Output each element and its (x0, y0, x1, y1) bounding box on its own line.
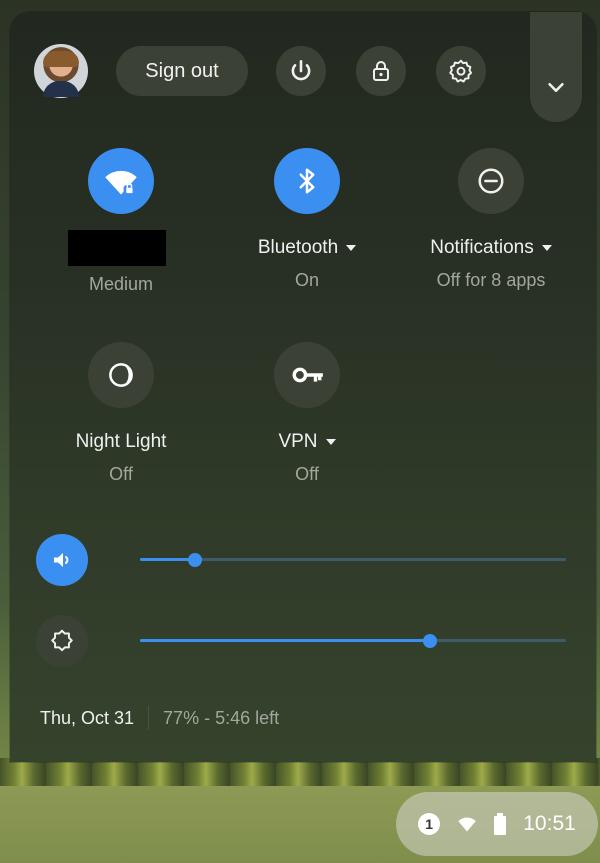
caret-down-icon (346, 245, 357, 251)
brightness-icon (51, 629, 73, 652)
bluetooth-status: On (294, 270, 319, 290)
bluetooth-label: Bluetooth (257, 237, 339, 258)
avatar[interactable] (34, 44, 88, 98)
night-light-label: Night Light (75, 431, 167, 452)
bluetooth-toggle[interactable] (274, 148, 340, 214)
notifications-status: Off for 8 apps (436, 270, 546, 290)
avatar-hair (43, 51, 79, 67)
volume-slider-thumb[interactable] (188, 552, 203, 567)
gear-icon (449, 59, 473, 83)
brightness-slider[interactable] (140, 633, 566, 648)
volume-icon (54, 553, 69, 567)
brightness-slider-thumb[interactable] (422, 633, 437, 648)
vpn-key-icon (292, 367, 323, 383)
wifi-icon (457, 817, 476, 832)
redacted-network-name (68, 230, 166, 266)
tile-bluetooth: Bluetooth On (217, 148, 397, 291)
settings-button[interactable] (436, 46, 486, 96)
wifi-toggle[interactable] (88, 148, 154, 214)
sign-out-button[interactable]: Sign out (116, 46, 248, 96)
do-not-disturb-icon (478, 168, 504, 194)
wifi-status: Medium (88, 274, 154, 294)
brightness-button (36, 615, 88, 667)
volume-slider[interactable] (140, 552, 566, 567)
bluetooth-label-row[interactable]: Bluetooth (217, 236, 397, 260)
vpn-label: VPN (278, 431, 318, 452)
tile-vpn: VPN Off (217, 342, 397, 485)
chevron-down-icon (548, 82, 564, 92)
wifi-network-label (31, 222, 211, 266)
mute-button[interactable] (36, 534, 88, 586)
night-light-status: Off (109, 464, 133, 484)
night-light-toggle[interactable] (88, 342, 154, 408)
notifications-label: Notifications (430, 237, 534, 258)
power-button[interactable] (276, 46, 326, 96)
volume-row (36, 534, 576, 586)
notifications-label-row[interactable]: Notifications (401, 236, 581, 260)
volume-slider-fill (140, 558, 196, 561)
night-light-icon (109, 363, 133, 387)
divider (148, 706, 150, 730)
notifications-toggle[interactable] (458, 148, 524, 214)
brightness-slider-fill (140, 639, 430, 642)
system-info-row: Thu, Oct 31 77% - 5:46 left (40, 706, 279, 730)
caret-down-icon (541, 245, 552, 251)
quick-settings-panel: Sign out Medium Bluetooth On Notificatio… (10, 12, 596, 762)
brightness-row (36, 615, 576, 667)
sign-out-label: Sign out (145, 59, 219, 82)
tile-night-light: Night Light Off (31, 342, 211, 485)
top-row: Sign out (10, 12, 596, 122)
avatar-shirt (43, 81, 79, 97)
date-label[interactable]: Thu, Oct 31 (40, 708, 134, 729)
clock: 10:51 (523, 812, 576, 835)
wifi-lock-icon (105, 170, 137, 195)
battery-label: 77% - 5:46 left (163, 707, 280, 728)
lock-button[interactable] (356, 46, 406, 96)
caret-down-icon (325, 439, 336, 445)
wallpaper-strip (0, 758, 600, 786)
vpn-label-row[interactable]: VPN (217, 430, 397, 454)
battery-icon (493, 813, 506, 835)
bluetooth-icon (299, 168, 315, 194)
status-area[interactable]: 1 10:51 (396, 792, 598, 856)
power-icon (291, 59, 311, 81)
tile-notifications: Notifications Off for 8 apps (401, 148, 581, 291)
notification-counter: 1 (418, 813, 441, 835)
vpn-toggle[interactable] (274, 342, 340, 408)
collapse-button[interactable] (530, 12, 582, 122)
lock-icon (373, 61, 389, 81)
tile-wifi: Medium (31, 148, 211, 295)
vpn-status: Off (295, 464, 319, 484)
night-light-label-row: Night Light (31, 430, 211, 454)
